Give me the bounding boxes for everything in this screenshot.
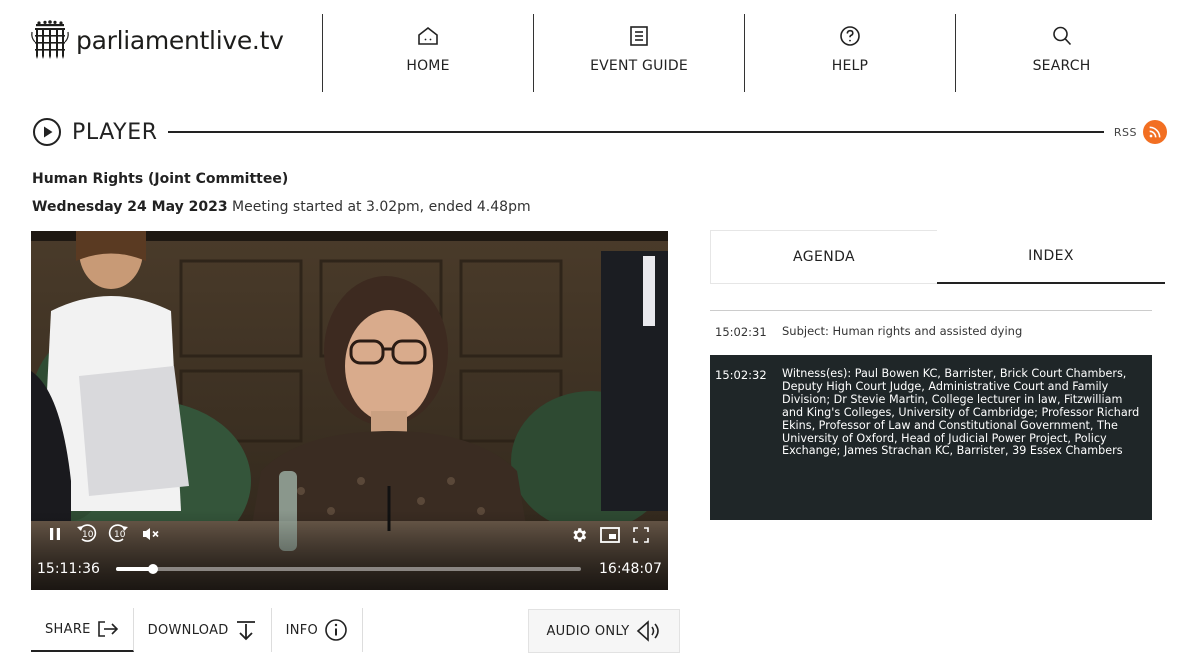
- picture-in-picture-button[interactable]: [599, 525, 621, 545]
- nav-event-guide-label: EVENT GUIDE: [590, 58, 688, 74]
- video-player[interactable]: 10 10 15:11:36 16:48:07: [31, 231, 668, 590]
- nav-home-label: HOME: [406, 58, 450, 74]
- info-button[interactable]: INFO: [272, 608, 364, 652]
- current-time: 15:11:36: [37, 561, 100, 577]
- help-icon: [840, 26, 860, 46]
- info-icon: [325, 619, 347, 641]
- audio-only-label: AUDIO ONLY: [546, 623, 630, 639]
- rss-label[interactable]: RSS: [1114, 126, 1137, 139]
- player-title: PLAYER: [72, 119, 158, 145]
- pause-icon: [50, 528, 60, 540]
- share-icon: [97, 621, 118, 637]
- volume-muted-icon: [143, 528, 159, 540]
- logo-text: parliamentlive.tv: [76, 25, 284, 55]
- progress-bar[interactable]: [116, 564, 581, 574]
- heading-divider: [167, 131, 1104, 133]
- nav-help-label: HELP: [831, 58, 869, 74]
- picture-in-picture-icon: [600, 527, 620, 543]
- rewind-10-label: 10: [82, 530, 94, 540]
- index-entry-time: 15:02:32: [715, 368, 767, 382]
- index-entry-time: 15:02:31: [715, 325, 767, 339]
- home-icon: [418, 26, 438, 45]
- info-label: INFO: [285, 622, 319, 638]
- end-time: 16:48:07: [599, 561, 662, 577]
- content-tabs: AGENDA INDEX: [710, 230, 1165, 284]
- meeting-times: Meeting started at 3.02pm, ended 4.48pm: [227, 199, 531, 215]
- player-heading: PLAYER RSS: [32, 116, 1167, 148]
- committee-name: Human Rights (Joint Committee): [32, 171, 289, 187]
- download-button[interactable]: DOWNLOAD: [134, 608, 272, 652]
- speaker-icon: [636, 620, 659, 642]
- main-nav: HOME EVENT GUIDE HELP SEARCH: [322, 14, 1167, 92]
- meeting-date: Wednesday 24 May 2023: [32, 199, 228, 215]
- mute-button[interactable]: [141, 524, 161, 544]
- gear-icon: [573, 528, 587, 542]
- nav-help[interactable]: HELP: [744, 14, 955, 92]
- fullscreen-button[interactable]: [631, 525, 651, 545]
- index-divider: [710, 310, 1152, 311]
- site-header: parliamentlive.tv HOME EVENT GUIDE HELP …: [0, 0, 1200, 100]
- rss-icon[interactable]: [1143, 120, 1167, 144]
- nav-home[interactable]: HOME: [322, 14, 533, 92]
- share-button[interactable]: SHARE: [31, 608, 134, 652]
- site-logo[interactable]: parliamentlive.tv: [30, 20, 284, 60]
- rewind-10-button[interactable]: 10: [75, 522, 97, 546]
- nav-event-guide[interactable]: EVENT GUIDE: [533, 14, 744, 92]
- index-entry-selected[interactable]: 15:02:32 Witness(es): Paul Bowen KC, Bar…: [710, 355, 1152, 520]
- action-bar: SHARE DOWNLOAD INFO: [31, 608, 364, 652]
- pause-button[interactable]: [45, 524, 65, 544]
- index-entry-text: Witness(es): Paul Bowen KC, Barrister, B…: [782, 367, 1140, 458]
- nav-search-label: SEARCH: [1032, 58, 1091, 74]
- audio-only-button[interactable]: AUDIO ONLY: [528, 609, 680, 653]
- search-icon: [1052, 26, 1071, 46]
- meeting-details: Wednesday 24 May 2023 Meeting started at…: [32, 199, 531, 215]
- fullscreen-icon: [633, 527, 649, 543]
- play-circle-icon: [33, 118, 61, 146]
- index-entry-text: Subject: Human rights and assisted dying: [782, 324, 1023, 338]
- settings-button[interactable]: [569, 525, 589, 545]
- tab-index[interactable]: INDEX: [937, 230, 1165, 284]
- nav-search[interactable]: SEARCH: [955, 14, 1167, 92]
- forward-10-button[interactable]: 10: [108, 522, 130, 546]
- forward-10-label: 10: [114, 530, 126, 540]
- index-entry[interactable]: 15:02:31 Subject: Human rights and assis…: [710, 324, 1152, 339]
- portcullis-icon: [31, 20, 69, 59]
- share-label: SHARE: [45, 621, 91, 637]
- download-label: DOWNLOAD: [147, 622, 229, 638]
- rss-feed-icon: [1149, 126, 1161, 138]
- event-guide-icon: [630, 26, 648, 46]
- tab-agenda[interactable]: AGENDA: [710, 230, 937, 284]
- download-icon: [236, 621, 255, 641]
